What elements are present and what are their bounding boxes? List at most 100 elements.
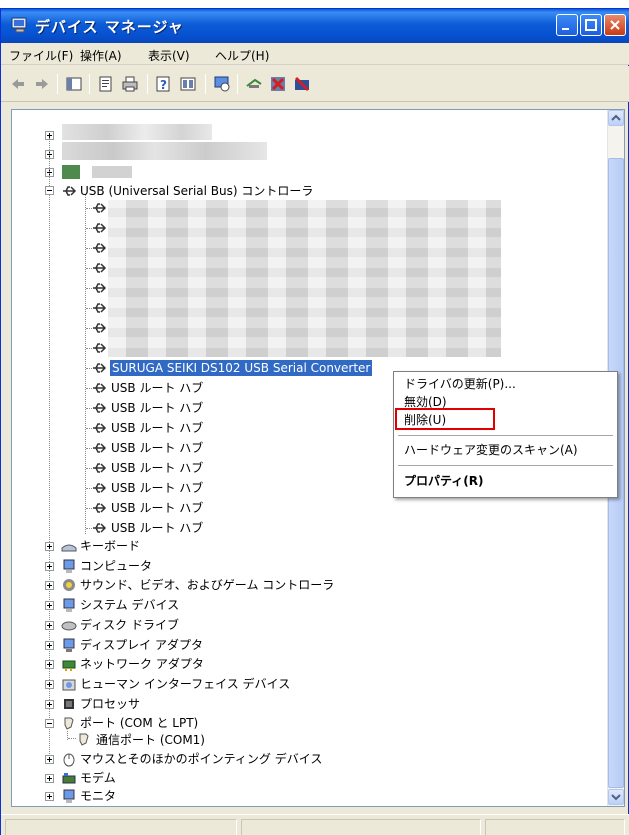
tree-expander[interactable] bbox=[45, 660, 54, 670]
menu-uninstall[interactable]: 削除(U) bbox=[404, 412, 446, 428]
network-icon bbox=[62, 660, 76, 672]
usb-root-hub-label[interactable]: USB ルート ハブ bbox=[111, 500, 203, 516]
display-icon bbox=[63, 638, 75, 652]
menu-update-driver[interactable]: ドライバの更新(P)... bbox=[404, 376, 516, 392]
category-label[interactable]: ディスク ドライブ bbox=[80, 617, 179, 633]
usb-icon bbox=[93, 463, 107, 473]
forward-icon[interactable] bbox=[33, 75, 51, 93]
close-icon bbox=[610, 20, 620, 30]
view-icon[interactable] bbox=[179, 75, 197, 93]
help-icon[interactable]: ? bbox=[155, 75, 173, 93]
scroll-down-button[interactable] bbox=[608, 789, 624, 805]
console-tree-icon[interactable] bbox=[65, 75, 83, 93]
back-icon[interactable] bbox=[9, 75, 27, 93]
category-label[interactable]: ディスプレイ アダプタ bbox=[80, 637, 203, 653]
usb-icon bbox=[93, 283, 107, 293]
keyboard-icon bbox=[61, 544, 77, 552]
title-bar[interactable]: デバイス マネージャ bbox=[1, 9, 629, 43]
svg-text:?: ? bbox=[160, 78, 167, 92]
com-port-label[interactable]: 通信ポート (COM1) bbox=[96, 732, 205, 748]
print-icon[interactable] bbox=[121, 75, 139, 93]
port-icon bbox=[64, 717, 74, 730]
usb-icon bbox=[93, 363, 107, 373]
menu-file[interactable]: ファイル(F) bbox=[9, 47, 73, 64]
menu-help[interactable]: ヘルプ(H) bbox=[215, 47, 269, 64]
selected-device-label[interactable]: SURUGA SEIKI DS102 USB Serial Converter bbox=[110, 360, 373, 376]
pixelated-item bbox=[62, 124, 212, 140]
pixelated-item bbox=[92, 166, 132, 178]
tree-expander[interactable] bbox=[45, 755, 54, 764]
category-label[interactable]: システム デバイス bbox=[80, 597, 179, 613]
menu-properties[interactable]: プロパティ(R) bbox=[404, 473, 484, 489]
usb-root-hub-label[interactable]: USB ルート ハブ bbox=[111, 440, 203, 456]
usb-root-hub-label[interactable]: USB ルート ハブ bbox=[111, 520, 203, 536]
processor-icon bbox=[64, 698, 74, 709]
category-label[interactable]: マウスとそのほかのポインティング デバイス bbox=[80, 751, 322, 767]
usb-icon bbox=[93, 483, 107, 493]
category-label[interactable]: サウンド、ビデオ、およびゲーム コントローラ bbox=[80, 577, 334, 593]
category-label[interactable]: ネットワーク アダプタ bbox=[80, 656, 204, 672]
mouse-icon bbox=[63, 753, 75, 767]
usb-root-hub-label[interactable]: USB ルート ハブ bbox=[111, 480, 203, 496]
menu-bar: ファイル(F) 操作(A) 表示(V) ヘルプ(H) bbox=[1, 43, 629, 65]
tree-expander[interactable] bbox=[45, 773, 54, 783]
menu-separator bbox=[398, 435, 613, 436]
tree-expander[interactable] bbox=[45, 542, 54, 551]
close-button[interactable] bbox=[604, 14, 626, 36]
usb-icon bbox=[63, 186, 77, 196]
system-icon bbox=[63, 598, 75, 613]
device-manager-window: デバイス マネージャ ファイル(F) 操作(A) 表示(V) ヘルプ(H) ? bbox=[0, 8, 629, 835]
ports-expander[interactable] bbox=[45, 719, 54, 728]
maximize-button[interactable] bbox=[580, 14, 602, 36]
tree-expander[interactable] bbox=[45, 601, 54, 611]
update-driver-icon[interactable] bbox=[245, 75, 263, 93]
tree-expander[interactable] bbox=[45, 581, 54, 591]
category-label[interactable]: モニタ bbox=[80, 788, 116, 804]
minimize-button[interactable] bbox=[556, 14, 578, 36]
pixelated-item bbox=[62, 165, 80, 179]
menu-action[interactable]: 操作(A) bbox=[80, 47, 122, 64]
category-label[interactable]: キーボード bbox=[80, 538, 140, 554]
status-pane bbox=[5, 819, 237, 835]
usb-root-hub-label[interactable]: USB ルート ハブ bbox=[111, 420, 203, 436]
pixelated-item bbox=[62, 142, 267, 160]
menu-separator bbox=[398, 465, 613, 466]
menu-scan-hardware[interactable]: ハードウェア変更のスキャン(A) bbox=[404, 442, 578, 458]
category-label[interactable]: モデム bbox=[80, 770, 116, 786]
category-label[interactable]: プロセッサ bbox=[80, 696, 140, 712]
menu-view[interactable]: 表示(V) bbox=[148, 47, 190, 64]
category-label[interactable]: ヒューマン インターフェイス デバイス bbox=[80, 676, 290, 692]
usb-root-hub-label[interactable]: USB ルート ハブ bbox=[111, 380, 203, 396]
tree-expander[interactable] bbox=[45, 792, 54, 801]
usb-root-hub-label[interactable]: USB ルート ハブ bbox=[111, 400, 203, 416]
chevron-up-icon bbox=[611, 114, 621, 121]
usb-icon bbox=[93, 243, 107, 253]
status-pane bbox=[241, 819, 481, 835]
usb-icon bbox=[93, 403, 107, 413]
usb-icon bbox=[93, 263, 107, 273]
properties-icon[interactable] bbox=[97, 75, 115, 93]
status-pane bbox=[485, 819, 625, 835]
uninstall-icon[interactable] bbox=[293, 75, 311, 93]
tree-expander[interactable] bbox=[45, 620, 54, 630]
usb-controller-label[interactable]: USB (Universal Serial Bus) コントローラ bbox=[80, 183, 313, 199]
tree-expander[interactable] bbox=[45, 679, 54, 689]
tree-expander[interactable] bbox=[45, 699, 54, 709]
chevron-down-icon bbox=[611, 794, 621, 801]
usb-root-hub-label[interactable]: USB ルート ハブ bbox=[111, 460, 203, 476]
tree-expander[interactable] bbox=[45, 561, 54, 571]
usb-icon bbox=[93, 443, 107, 453]
category-label[interactable]: コンピュータ bbox=[80, 558, 152, 574]
sound-icon bbox=[63, 579, 75, 592]
context-menu: ドライバの更新(P)... 無効(D) 削除(U) ハードウェア変更のスキャン(… bbox=[393, 371, 618, 498]
usb-icon bbox=[93, 423, 107, 433]
ports-label[interactable]: ポート (COM と LPT) bbox=[80, 715, 198, 731]
disk-drive-icon bbox=[61, 621, 77, 631]
disable-icon[interactable] bbox=[269, 75, 287, 93]
usb-icon bbox=[93, 383, 107, 393]
usb-icon bbox=[93, 223, 107, 233]
usb-expander[interactable] bbox=[45, 186, 54, 195]
tree-expander[interactable] bbox=[45, 640, 54, 650]
scroll-up-button[interactable] bbox=[608, 110, 624, 126]
scan-hardware-icon[interactable] bbox=[213, 75, 231, 93]
